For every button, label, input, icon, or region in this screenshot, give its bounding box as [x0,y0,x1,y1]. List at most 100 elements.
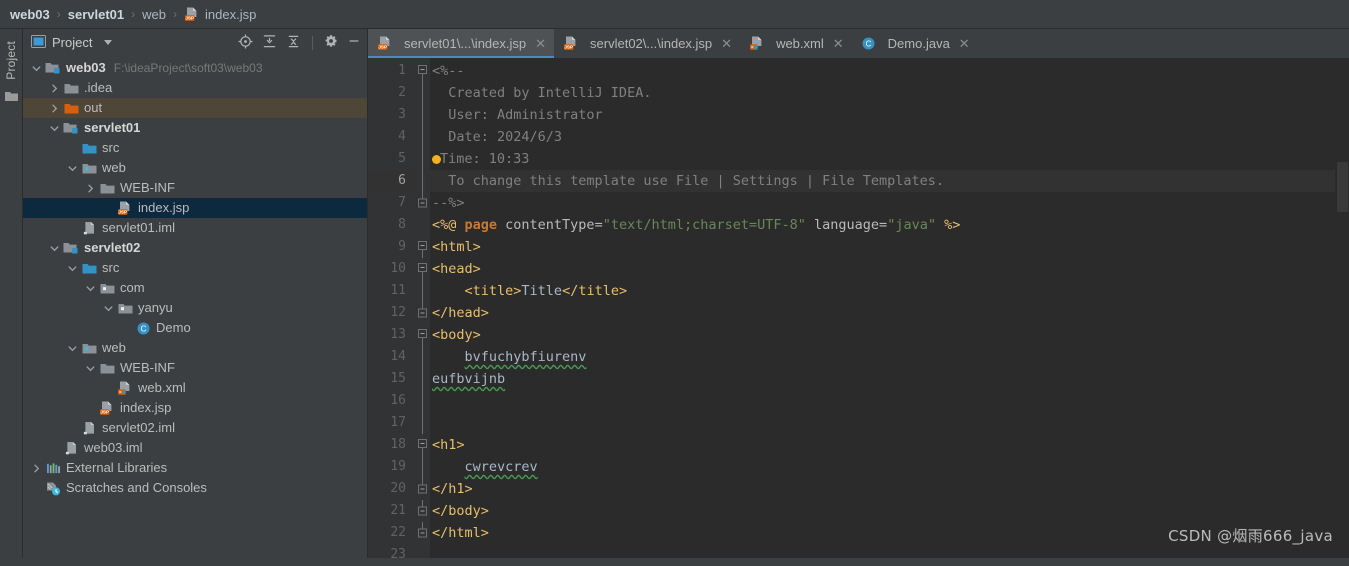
code-line[interactable]: Date: 2024/6/3 [430,126,1335,148]
fold-marker-bar[interactable] [415,82,430,104]
chevron-down-icon[interactable] [103,303,114,314]
fold-marker-start[interactable] [415,434,430,456]
tree-node-servlet01[interactable]: servlet01 [23,118,367,138]
editor-tab-demo-java[interactable]: C Demo.java ✕ [852,29,978,58]
code-line[interactable]: User: Administrator [430,104,1335,126]
chevron-down-icon[interactable] [49,123,60,134]
expand-all-icon[interactable] [262,34,277,52]
tree-node-external-libraries[interactable]: External Libraries [23,458,367,478]
code-line[interactable]: To change this template use File | Setti… [430,170,1335,192]
code-line[interactable]: bvfuchybfiurenv [430,346,1335,368]
code-line[interactable]: <%-- [430,60,1335,82]
tree-node--idea[interactable]: .idea [23,78,367,98]
fold-marker-start[interactable] [415,236,430,258]
project-tree[interactable]: web03 F:\ideaProject\soft03\web03 .idea out… [23,56,367,558]
editor-scrollbar[interactable] [1335,58,1349,558]
tree-node-index-jsp[interactable]: JSP index.jsp [23,198,367,218]
folder-icon[interactable] [4,90,18,105]
code-line[interactable]: --%> [430,192,1335,214]
chevron-down-icon[interactable] [85,283,96,294]
code-line[interactable] [430,544,1335,558]
fold-marker-bar[interactable] [415,346,430,368]
fold-marker-bar[interactable] [415,148,430,170]
code-line[interactable]: Time: 10:33 [430,148,1335,170]
tree-node-web03[interactable]: web03 F:\ideaProject\soft03\web03 [23,58,367,78]
tree-node-web[interactable]: web [23,338,367,358]
fold-marker-end[interactable] [415,192,430,214]
code-line[interactable]: cwrevcrev [430,456,1335,478]
fold-marker-end[interactable] [415,500,430,522]
fold-marker-bar[interactable] [415,456,430,478]
fold-marker-bar[interactable] [415,126,430,148]
code-line[interactable]: <body> [430,324,1335,346]
chevron-right-icon[interactable] [49,83,60,94]
editor-tab-servlet02-----index-jsp[interactable]: JSP servlet02\...\index.jsp ✕ [554,29,740,58]
fold-marker-end[interactable] [415,478,430,500]
collapse-all-icon[interactable] [286,34,301,52]
chevron-right-icon[interactable] [49,103,60,114]
chevron-down-icon[interactable] [49,243,60,254]
fold-marker-end[interactable] [415,302,430,324]
fold-marker-bar[interactable] [415,412,430,434]
code-editor[interactable]: 1 2 3 4 5 6 7 8 9 10 11 12 13 14 15 16 17 18 19 20 21 22 23 <%… [368,58,1349,562]
tree-node-com[interactable]: com [23,278,367,298]
code-line[interactable]: Created by IntelliJ IDEA. [430,82,1335,104]
code-line[interactable]: <title>Title</title> [430,280,1335,302]
code-line[interactable]: <head> [430,258,1335,280]
tree-node-src[interactable]: src [23,258,367,278]
code-content[interactable]: <%-- Created by IntelliJ IDEA. User: Adm… [430,58,1335,558]
fold-marker-bar[interactable] [415,170,430,192]
code-line[interactable]: eufbvijnb [430,368,1335,390]
breadcrumb-item-web03[interactable]: web03 [10,7,50,22]
editor-tab-servlet01-----index-jsp[interactable]: JSP servlet01\...\index.jsp ✕ [368,29,555,58]
editor-tab-web-xml[interactable]: < web.xml ✕ [740,29,852,58]
fold-marker-start[interactable] [415,324,430,346]
fold-marker-bar[interactable] [415,390,430,412]
tree-node-web-xml[interactable]: < web.xml [23,378,367,398]
tree-node-src[interactable]: src [23,138,367,158]
chevron-down-icon[interactable] [67,163,78,174]
tree-node-index-jsp[interactable]: JSP index.jsp [23,398,367,418]
close-icon[interactable]: ✕ [833,36,844,52]
tree-node-servlet02-iml[interactable]: servlet02.iml [23,418,367,438]
breadcrumb-item-servlet01[interactable]: servlet01 [68,7,124,22]
tree-node-web[interactable]: web [23,158,367,178]
fold-marker-start[interactable] [415,60,430,82]
select-opened-file-icon[interactable] [238,33,253,52]
tree-node-web-inf[interactable]: WEB-INF [23,358,367,378]
chevron-down-icon[interactable] [31,63,42,74]
close-icon[interactable]: ✕ [959,36,970,52]
tree-node-yanyu[interactable]: yanyu [23,298,367,318]
chevron-right-icon[interactable] [31,463,42,474]
chevron-down-icon[interactable] [67,263,78,274]
tree-node-servlet02[interactable]: servlet02 [23,238,367,258]
tree-node-servlet01-iml[interactable]: servlet01.iml [23,218,367,238]
code-line[interactable]: </body> [430,500,1335,522]
chevron-down-icon[interactable] [104,40,113,45]
hide-icon[interactable] [347,34,361,51]
fold-marker-bar[interactable] [415,104,430,126]
chevron-right-icon[interactable] [85,183,96,194]
fold-marker-bar[interactable] [415,368,430,390]
code-line[interactable]: </h1> [430,478,1335,500]
tree-node-demo[interactable]: C Demo [23,318,367,338]
scrollbar-thumb[interactable] [1337,162,1348,212]
tree-node-web-inf[interactable]: WEB-INF [23,178,367,198]
tool-window-button-project[interactable]: Project [4,35,18,84]
code-line[interactable] [430,390,1335,412]
code-line[interactable]: <%@ page contentType="text/html;charset=… [430,214,1335,236]
tree-node-web03-iml[interactable]: web03.iml [23,438,367,458]
project-title-group[interactable]: Project [31,34,113,51]
close-icon[interactable]: ✕ [721,36,732,52]
code-line[interactable] [430,412,1335,434]
breadcrumb-item-web[interactable]: web [142,7,166,22]
code-line[interactable]: <h1> [430,434,1335,456]
breadcrumb-item-index-jsp[interactable]: JSP index.jsp [184,7,256,22]
close-icon[interactable]: ✕ [535,36,546,52]
code-folding-gutter[interactable] [415,58,430,558]
chevron-down-icon[interactable] [67,343,78,354]
code-line[interactable]: </head> [430,302,1335,324]
gear-icon[interactable] [324,34,338,51]
tree-node-out[interactable]: out [23,98,367,118]
fold-marker-end[interactable] [415,522,430,544]
